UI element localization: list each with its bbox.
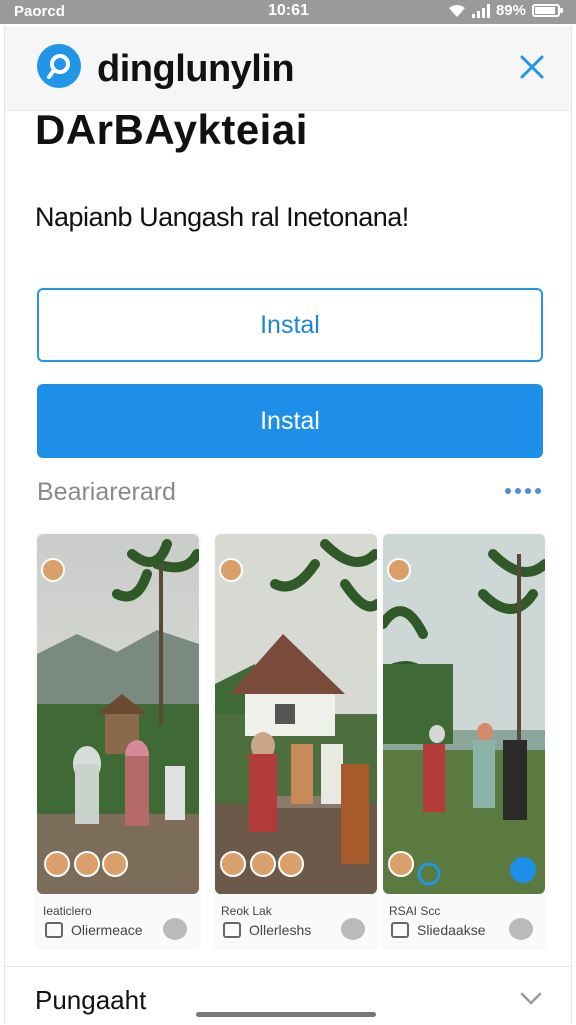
install-outline-button[interactable]: Instal bbox=[37, 288, 543, 362]
app-install-sheet: dinglunylin DArBAykteiai Napianb Uangash… bbox=[4, 26, 572, 1025]
screenshot-card[interactable]: Ieaticlero Oliermeace bbox=[35, 532, 201, 950]
install-button[interactable]: Instal bbox=[37, 384, 543, 458]
screenshot-caption-top: Reok Lak bbox=[221, 904, 272, 918]
app-logo-icon bbox=[37, 44, 81, 88]
wifi-icon bbox=[448, 4, 465, 17]
screenshot-card[interactable]: RSAI Scc Sliedaakse bbox=[381, 532, 547, 950]
carrier-name: Paorcd bbox=[14, 3, 65, 20]
sheet-header: dinglunylin bbox=[5, 26, 571, 111]
signal-icon bbox=[471, 3, 490, 18]
app-subtitle: Napianb Uangash ral Inetonana! bbox=[35, 202, 409, 232]
screenshot-image bbox=[215, 534, 377, 894]
screenshots-section-label: Beariarerard bbox=[37, 478, 176, 506]
home-indicator[interactable] bbox=[196, 1012, 376, 1017]
status-bar: Paorcd 10:61 89% bbox=[0, 0, 576, 24]
close-icon[interactable] bbox=[515, 50, 549, 84]
screenshot-image bbox=[383, 534, 545, 894]
gallery-icon bbox=[45, 922, 63, 938]
app-name: dinglunylin bbox=[97, 48, 295, 90]
screenshot-caption-bottom: Oliermeace bbox=[71, 922, 143, 938]
gallery-icon bbox=[223, 922, 241, 938]
battery-percent: 89% bbox=[495, 2, 526, 19]
section-title: Pungaaht bbox=[35, 985, 147, 1015]
chevron-down-icon[interactable] bbox=[519, 991, 543, 1007]
clock: 10:61 bbox=[268, 2, 309, 19]
screenshot-image bbox=[37, 534, 199, 894]
screenshot-caption-row: Ollerleshs bbox=[223, 922, 311, 938]
comment-icon[interactable] bbox=[341, 918, 365, 940]
screenshot-caption-bottom: Sliedaakse bbox=[417, 922, 486, 938]
screenshot-caption-top: RSAI Scc bbox=[389, 904, 441, 918]
app-title: DArBAykteiai bbox=[35, 106, 308, 153]
comment-icon[interactable] bbox=[163, 918, 187, 940]
screenshot-card[interactable]: Reok Lak Ollerleshs bbox=[213, 532, 379, 950]
screenshot-caption-row: Sliedaakse bbox=[391, 922, 486, 938]
screenshot-caption-top: Ieaticlero bbox=[43, 904, 92, 918]
screenshot-caption-bottom: Ollerleshs bbox=[249, 922, 312, 938]
comment-icon[interactable] bbox=[509, 918, 533, 940]
status-icons: 89% bbox=[448, 2, 563, 19]
screenshot-caption-row: Oliermeace bbox=[45, 922, 143, 938]
more-dots-icon[interactable] bbox=[505, 488, 541, 494]
gallery-icon bbox=[391, 922, 409, 938]
battery-icon bbox=[532, 4, 563, 17]
